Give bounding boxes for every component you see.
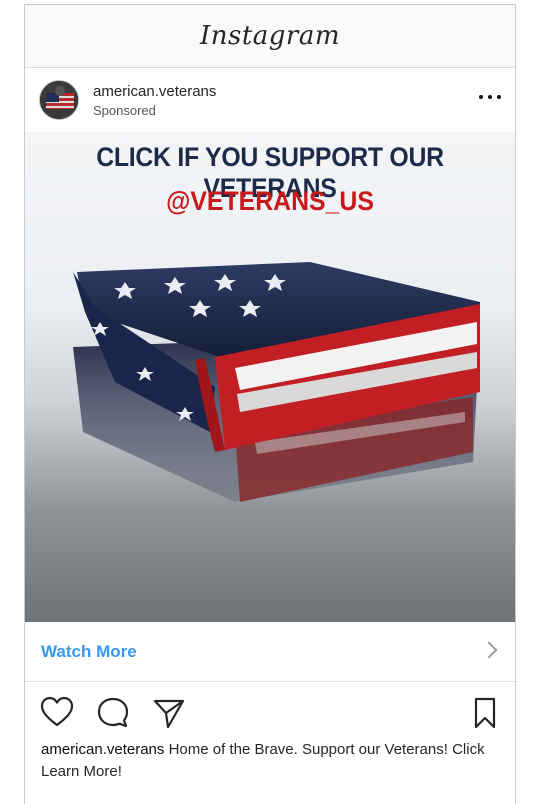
share-icon[interactable]: [151, 695, 187, 731]
more-options-icon[interactable]: [479, 92, 501, 102]
heart-icon[interactable]: [39, 695, 75, 731]
caption-username[interactable]: american.veterans: [41, 741, 164, 758]
post-media[interactable]: CLICK IF YOU SUPPORT OUR VETERANS @VETER…: [25, 132, 515, 622]
post-caption: american.veterans Home of the Brave. Sup…: [41, 739, 496, 783]
watch-more-bar[interactable]: Watch More: [25, 622, 515, 682]
comment-icon[interactable]: [95, 695, 131, 731]
avatar-flag-image: [40, 81, 78, 119]
sponsored-label: Sponsored: [93, 103, 156, 118]
instagram-frame: Instagram american.veterans Sponsored CL…: [24, 4, 516, 804]
bookmark-icon[interactable]: [467, 695, 503, 731]
watch-more-link[interactable]: Watch More: [41, 642, 137, 662]
app-header: Instagram: [25, 5, 515, 68]
avatar[interactable]: [39, 80, 79, 120]
app-title: Instagram: [199, 21, 341, 51]
post-username[interactable]: american.veterans: [93, 83, 216, 100]
chevron-right-icon: [480, 641, 498, 659]
media-handle: @VETERANS_US: [166, 186, 374, 216]
post-header: american.veterans Sponsored: [25, 68, 515, 132]
action-bar: [25, 689, 515, 733]
